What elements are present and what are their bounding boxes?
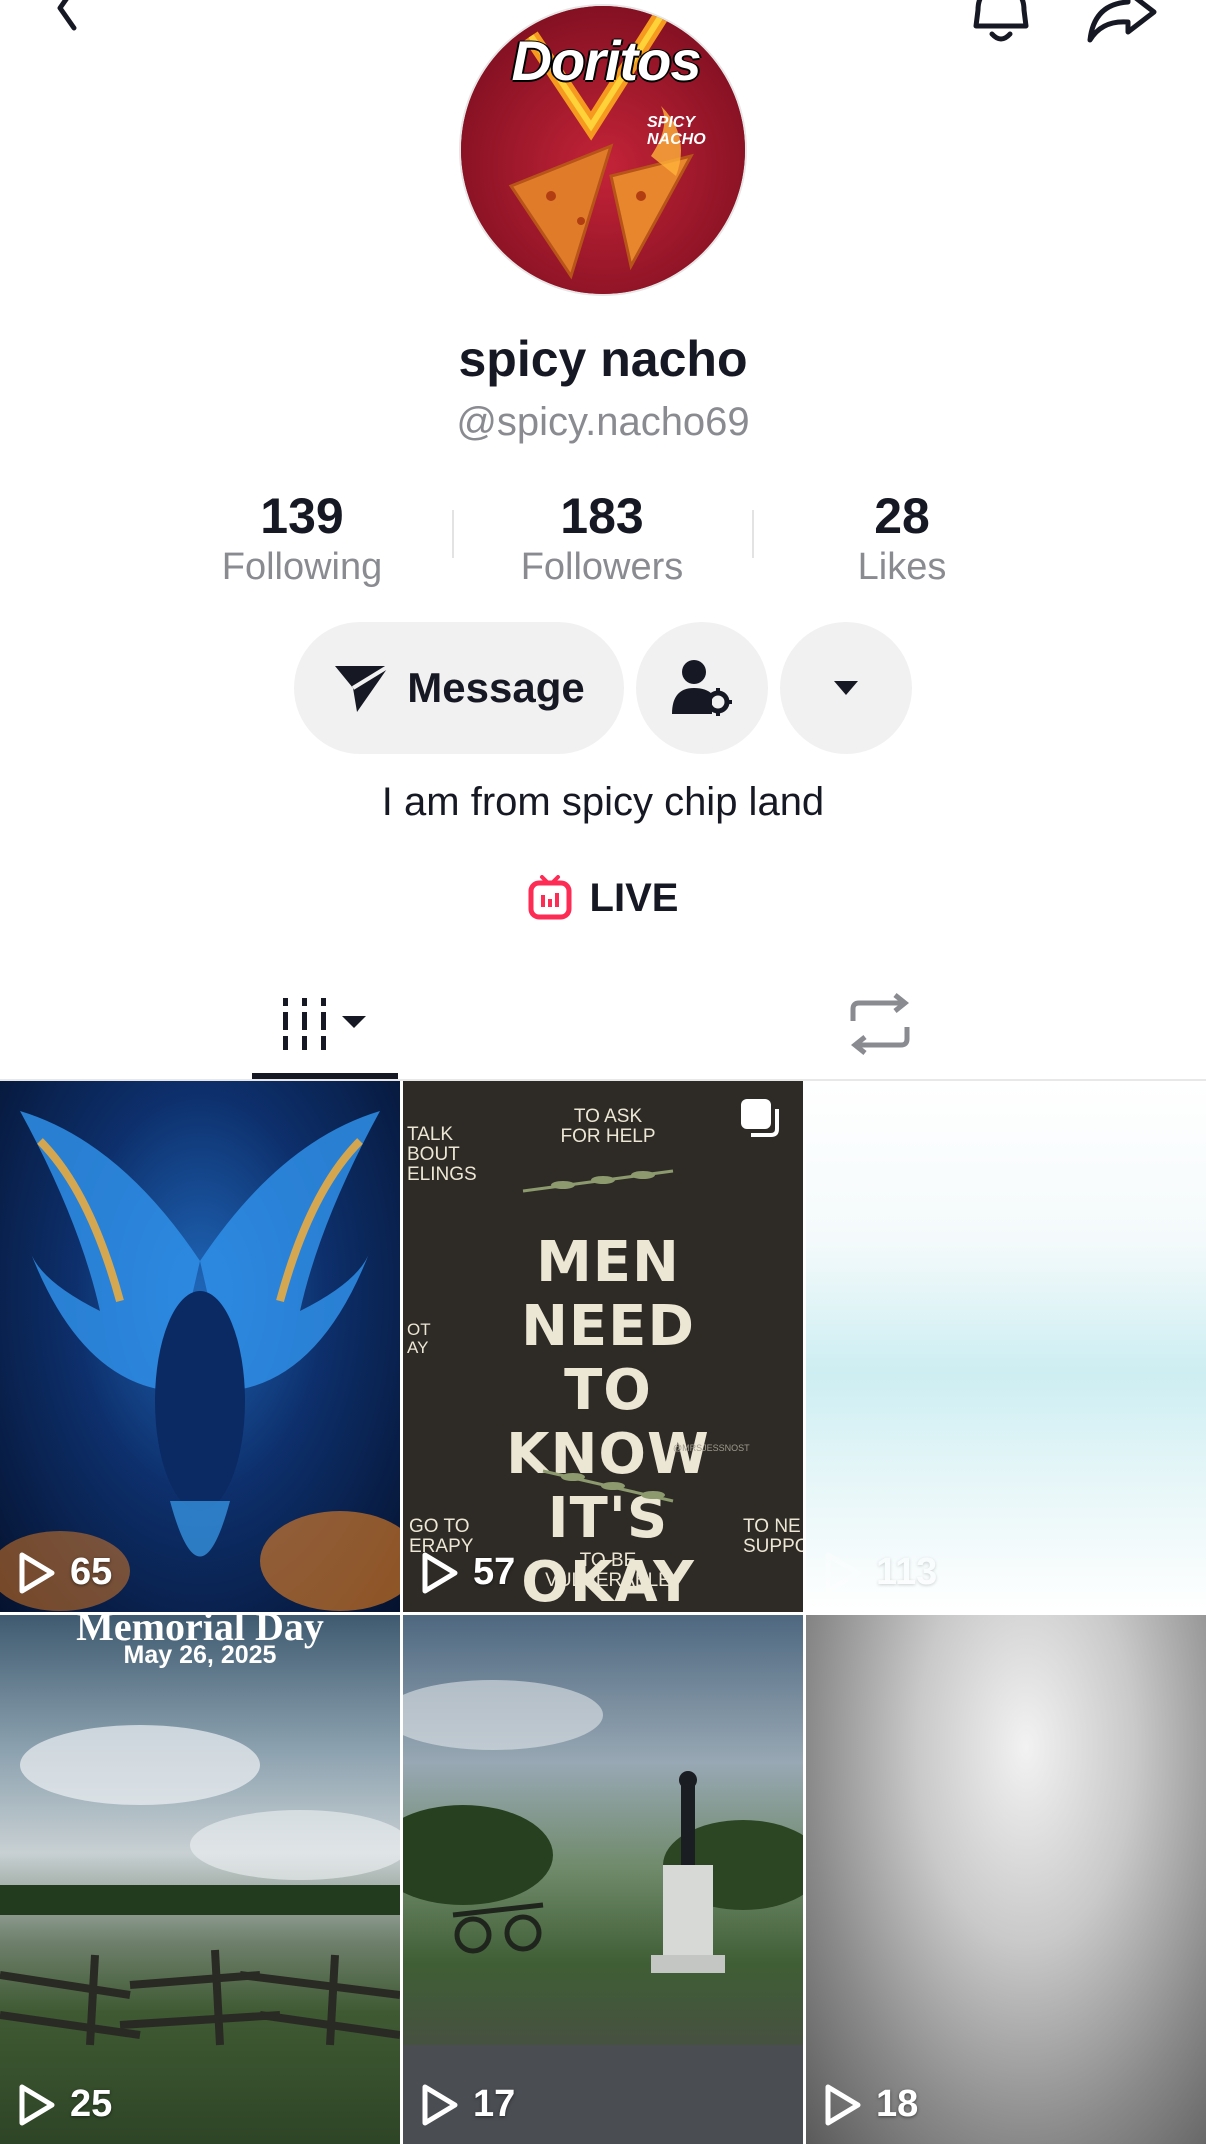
view-count: 17 — [421, 2083, 515, 2126]
play-icon — [422, 2084, 458, 2125]
video-tile[interactable]: MEN NEED TO KNOW IT'S OKAY TO ASK FOR HELP… — [403, 1081, 803, 1612]
play-icon — [422, 1552, 458, 1593]
stat-value: 183 — [560, 488, 644, 544]
view-count-value: 25 — [70, 2083, 113, 2125]
stat-following[interactable]: 139 Following — [152, 488, 452, 590]
play-icon — [19, 1552, 55, 1593]
monument-scene — [403, 1680, 803, 2144]
view-count-value: 18 — [876, 2083, 919, 2125]
view-count: 113 — [824, 1551, 937, 1594]
display-name: spicy nacho — [458, 331, 748, 387]
view-count-value: 113 — [876, 1551, 938, 1593]
bio-text: I am from spicy chip land — [381, 780, 825, 824]
fence-scene — [0, 1725, 400, 2046]
view-count-value: 17 — [473, 2083, 516, 2125]
more-options-dropdown[interactable] — [780, 622, 912, 754]
video-tile[interactable]: 65 — [0, 1081, 400, 1612]
stat-label: Likes — [857, 546, 947, 588]
video-tile[interactable]: 17 — [403, 1615, 803, 2144]
chevron-left-icon — [57, 0, 77, 31]
stat-label: Followers — [520, 546, 684, 588]
follow-settings-button[interactable] — [636, 622, 768, 754]
multi-photo-icon — [741, 1099, 779, 1137]
phoenix-artwork — [0, 1111, 400, 1611]
tab-reposts[interactable] — [840, 984, 920, 1064]
username: @spicy.nacho69 — [456, 400, 750, 444]
view-count: 57 — [421, 1551, 515, 1594]
avatar-brand-text: Doritos — [511, 29, 702, 92]
send-icon — [335, 664, 391, 712]
user-gear-icon — [672, 660, 732, 716]
message-button[interactable]: Message — [294, 622, 624, 754]
live-tv-icon — [528, 875, 572, 920]
view-count: 25 — [18, 2083, 112, 2126]
play-icon — [825, 2084, 861, 2125]
avatar-flavor-text: SPICY NACHO — [647, 114, 706, 148]
live-label: LIVE — [589, 875, 679, 920]
play-icon — [19, 2084, 55, 2125]
notification-bell-button[interactable] — [966, 0, 1036, 50]
stat-value: 139 — [260, 488, 344, 544]
avatar[interactable]: Doritos SPICY NACHO — [459, 4, 747, 296]
play-icon — [825, 1552, 861, 1593]
stat-followers[interactable]: 183 Followers — [452, 488, 752, 590]
video-tile[interactable]: 18 — [806, 1615, 1206, 2144]
view-count: 65 — [18, 1551, 112, 1594]
view-count: 18 — [824, 2083, 918, 2126]
view-count-value: 65 — [70, 1551, 113, 1593]
message-label: Message — [407, 664, 585, 711]
caret-down-icon — [834, 681, 858, 695]
bell-icon — [973, 0, 1029, 42]
sprig-decoration — [522, 1169, 674, 1503]
live-link[interactable]: LIVE — [0, 875, 1206, 921]
stat-value: 28 — [874, 488, 930, 544]
view-count-value: 57 — [473, 1551, 516, 1593]
active-tab-indicator — [252, 1073, 398, 1079]
video-grid-icon — [283, 998, 366, 1050]
back-button[interactable] — [36, 0, 96, 40]
tab-videos[interactable] — [252, 984, 398, 1064]
repost-icon — [850, 993, 910, 1055]
content-tabs — [0, 960, 1206, 1081]
share-arrow-icon — [1087, 0, 1157, 43]
video-tile[interactable]: 113 — [806, 1081, 1206, 1612]
stat-label: Following — [221, 546, 383, 588]
video-tile[interactable]: Memorial Day May 26, 2025 25 — [0, 1615, 400, 2144]
stat-likes[interactable]: 28 Likes — [752, 488, 1052, 590]
share-button[interactable] — [1082, 0, 1162, 50]
